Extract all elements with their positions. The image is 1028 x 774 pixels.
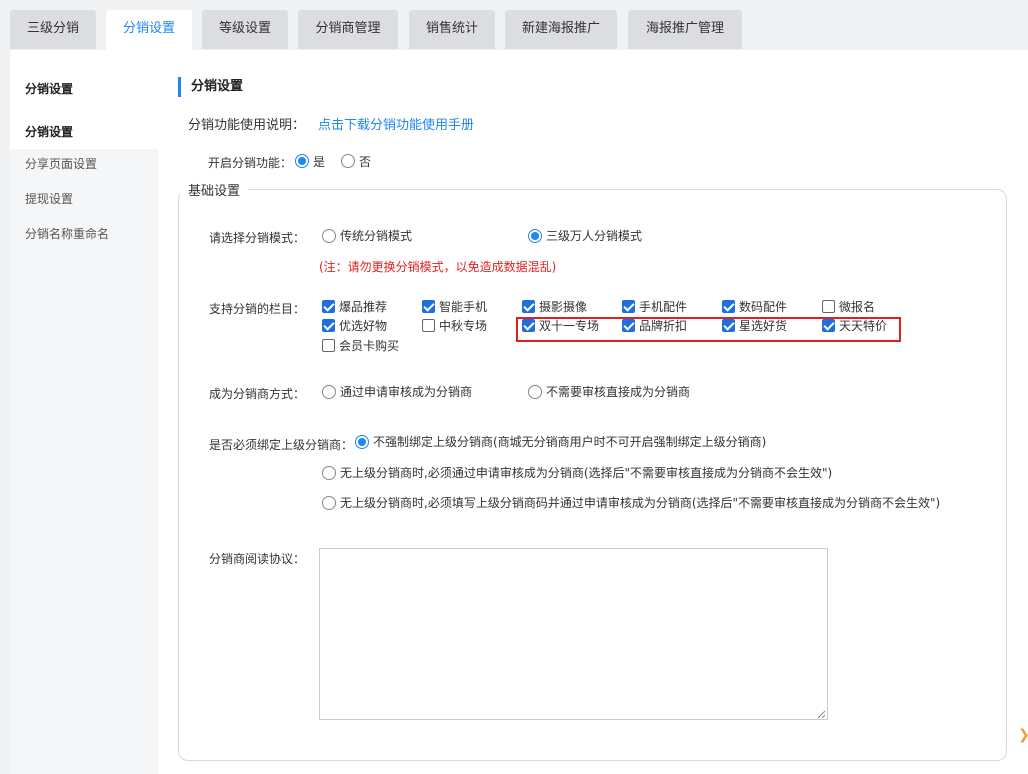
bind-option-2-label: 无上级分销商时,必须通过申请审核成为分销商(选择后"不需要审核直接成为分销商不会…: [340, 466, 833, 480]
bind-option-1-label: 不强制绑定上级分销商(商城无分销商用户时不可开启强制绑定上级分销商): [373, 435, 767, 449]
mode-three-level-label: 三级万人分销模式: [546, 229, 643, 243]
mode-traditional-label: 传统分销模式: [340, 229, 413, 243]
edge-arrow-icon: ❯: [1018, 728, 1028, 742]
mode-warning: (注：请勿更换分销模式，以免造成数据混乱): [319, 260, 557, 274]
column-checkbox[interactable]: [822, 300, 835, 313]
fieldset-legend: 基础设置: [180, 180, 249, 199]
column-checkbox-label: 中秋专场: [439, 319, 488, 333]
column-checkbox[interactable]: [722, 300, 735, 313]
become-label: 成为分销商方式：: [209, 387, 306, 401]
enable-label: 开启分销功能：: [208, 156, 293, 170]
sidebar-item-distribution-settings[interactable]: 分销设置: [10, 115, 158, 149]
manual-download-link[interactable]: 点击下载分销功能使用手册: [318, 114, 474, 133]
column-checkbox-label: 摄影摄像: [539, 300, 588, 314]
become-direct-label: 不需要审核直接成为分销商: [546, 385, 691, 399]
become-apply-radio[interactable]: [322, 385, 336, 399]
mode-label: 请选择分销模式：: [209, 231, 306, 245]
column-checkbox[interactable]: [422, 300, 435, 313]
tab-poster-management[interactable]: 海报推广管理: [628, 10, 742, 49]
sidebar-item-withdraw[interactable]: 提现设置: [10, 182, 158, 216]
column-checkbox-label: 数码配件: [739, 300, 788, 314]
bind-label: 是否必须绑定上级分销商：: [209, 438, 354, 452]
section-title: 分销设置: [178, 77, 243, 97]
enable-yes-radio[interactable]: [295, 154, 309, 168]
mode-three-level-radio[interactable]: [528, 229, 542, 243]
column-checkbox-label: 智能手机: [439, 300, 488, 314]
sidebar-item-share-page[interactable]: 分享页面设置: [10, 147, 158, 181]
column-checkbox[interactable]: [522, 300, 535, 313]
column-checkbox-label: 微报名: [839, 300, 876, 314]
agreement-label: 分销商阅读协议：: [209, 552, 306, 566]
column-checkbox-label: 手机配件: [639, 300, 688, 314]
column-checkbox[interactable]: [322, 339, 335, 352]
enable-no-radio[interactable]: [341, 154, 355, 168]
column-checkbox[interactable]: [322, 300, 335, 313]
enable-yes-label: 是: [313, 155, 326, 169]
sidebar-title: 分销设置: [10, 50, 158, 115]
sidebar: 分销设置 分销设置 分享页面设置 提现设置 分销名称重命名: [10, 50, 158, 774]
resize-grip-icon[interactable]: [816, 709, 826, 719]
column-checkbox-label: 优选好物: [339, 319, 388, 333]
become-apply-label: 通过申请审核成为分销商: [340, 385, 473, 399]
enable-no-label: 否: [359, 155, 372, 169]
column-checkbox[interactable]: [322, 319, 335, 332]
column-checkbox-label: 会员卡购买: [339, 339, 400, 353]
become-direct-radio[interactable]: [528, 385, 542, 399]
tab-distribution-settings[interactable]: 分销设置: [106, 10, 192, 51]
bind-option-3-label: 无上级分销商时,必须填写上级分销商码并通过申请审核成为分销商(选择后"不需要审核…: [340, 496, 941, 510]
column-checkbox[interactable]: [422, 319, 435, 332]
tab-distributor-management[interactable]: 分销商管理: [298, 10, 398, 49]
sidebar-item-rename[interactable]: 分销名称重命名: [10, 217, 158, 251]
agreement-textarea[interactable]: [319, 548, 828, 720]
tab-new-poster[interactable]: 新建海报推广: [505, 10, 617, 49]
main-panel: 分销设置 分销功能使用说明： 点击下载分销功能使用手册 开启分销功能： 是 否 …: [158, 50, 1028, 774]
manual-label: 分销功能使用说明：: [188, 118, 306, 133]
highlight-box: [516, 317, 901, 342]
columns-label: 支持分销的栏目：: [209, 302, 306, 316]
mode-traditional-radio[interactable]: [322, 229, 336, 243]
tab-level-settings[interactable]: 等级设置: [202, 10, 288, 49]
tab-sales-stats[interactable]: 销售统计: [409, 10, 495, 49]
column-checkbox[interactable]: [622, 300, 635, 313]
column-checkbox-label: 爆品推荐: [339, 300, 388, 314]
bind-option-1-radio[interactable]: [355, 435, 369, 449]
top-tab-bar: 三级分销 分销设置 等级设置 分销商管理 销售统计 新建海报推广 海报推广管理: [0, 0, 1028, 51]
bind-option-3-radio[interactable]: [322, 496, 336, 510]
tab-three-level[interactable]: 三级分销: [10, 10, 96, 49]
bind-option-2-radio[interactable]: [322, 466, 336, 480]
